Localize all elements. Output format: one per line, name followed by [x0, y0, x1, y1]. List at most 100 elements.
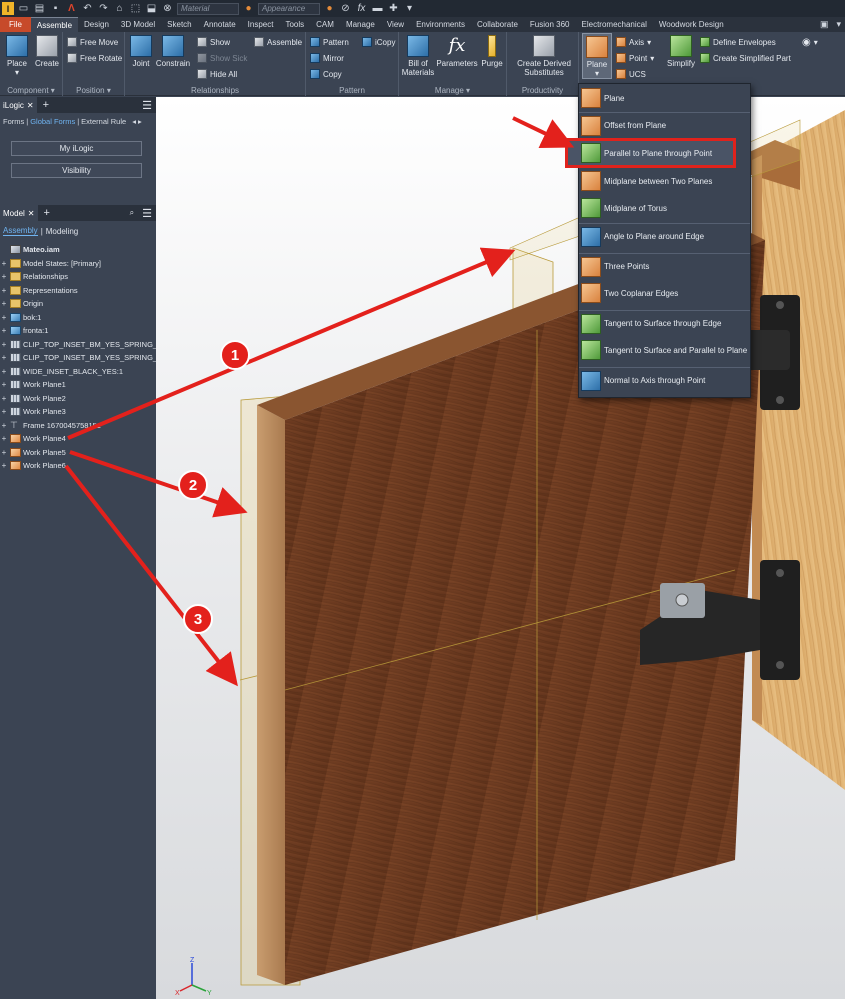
axis-button[interactable]: Axis ▾ — [616, 37, 651, 47]
tree-item[interactable]: + CLIP_TOP_INSET_BM_YES_SPRING_YES_ — [0, 338, 176, 351]
tree-item[interactable]: + Model States: [Primary] — [0, 257, 101, 270]
menu-item-torus[interactable]: Midplane of Torus — [579, 195, 750, 221]
expand-icon[interactable]: + — [0, 407, 8, 416]
open-folder-icon[interactable]: ▤ — [33, 3, 46, 14]
create-derived-substitutes-button[interactable]: Create Derived Substitutes — [511, 35, 577, 77]
app-logo-icon[interactable]: I — [2, 2, 14, 15]
clear-appearance-icon[interactable]: ⊘ — [339, 3, 352, 14]
search-icon[interactable]: ⌕ — [126, 208, 138, 218]
group-component-label[interactable]: Component ▾ — [0, 86, 62, 95]
tree-item[interactable]: + WIDE_INSET_BLACK_YES:1 — [0, 365, 123, 378]
expand-icon[interactable]: + — [0, 461, 8, 470]
ribbon-minimize-icon[interactable]: ▣ — [816, 17, 833, 32]
adjust-appearance-icon[interactable]: ● — [323, 3, 336, 14]
my-ilogic-button[interactable]: My iLogic — [11, 141, 142, 156]
menu-item-offset-plane[interactable]: Offset from Plane — [579, 112, 750, 138]
update-icon[interactable]: ⬓ — [145, 3, 158, 14]
tab-model[interactable]: Model ✕ — [0, 205, 38, 221]
tab-ilogic[interactable]: iLogic ✕ — [0, 97, 37, 113]
constrain-button[interactable]: Constrain — [155, 35, 191, 68]
point-button[interactable]: Point ▾ — [616, 53, 654, 63]
scroll-right-icon[interactable]: ▸ — [138, 117, 142, 126]
menu-item-three-points[interactable]: Three Points — [579, 253, 750, 279]
tab-view[interactable]: View — [381, 17, 410, 32]
tab-file[interactable]: File — [0, 17, 31, 32]
tab-3d-model[interactable]: 3D Model — [115, 17, 161, 32]
expand-icon[interactable]: + — [0, 421, 8, 430]
show-button[interactable]: Show — [197, 37, 230, 47]
tab-assemble[interactable]: Assemble — [30, 17, 79, 32]
expand-icon[interactable]: + — [0, 313, 8, 322]
joint-button[interactable]: Joint — [130, 35, 152, 68]
menu-item-normal-axis[interactable]: Normal to Axis through Point — [579, 367, 750, 393]
autodesk-a360-icon[interactable]: Λ — [65, 3, 78, 14]
menu-item-midplane[interactable]: Midplane between Two Planes — [579, 168, 750, 194]
tab-annotate[interactable]: Annotate — [198, 17, 242, 32]
pattern-button[interactable]: Pattern — [310, 37, 349, 47]
add-icon[interactable]: ✚ — [387, 3, 400, 14]
expand-icon[interactable]: + — [0, 367, 8, 376]
ilogic-icon[interactable]: ▬ — [371, 3, 384, 14]
save-icon[interactable]: ▪ — [49, 3, 62, 14]
plane-button[interactable]: Plane ▾ — [582, 33, 612, 79]
tree-item[interactable]: + Work Plane1 — [0, 378, 66, 391]
expand-icon[interactable]: + — [0, 259, 8, 268]
expand-icon[interactable]: + — [0, 448, 8, 457]
show-sick-button[interactable]: Show Sick — [197, 53, 247, 63]
mirror-button[interactable]: Mirror — [310, 53, 344, 63]
expand-icon[interactable]: + — [0, 299, 8, 308]
group-manage-label[interactable]: Manage ▾ — [399, 86, 506, 95]
tab-electromechanical[interactable]: Electromechanical — [576, 17, 653, 32]
tree-item[interactable]: + ⊤ Frame 1670045758151 — [0, 419, 101, 432]
assemble-button[interactable]: Assemble — [254, 37, 302, 47]
ilogic-subtab-external-rules[interactable]: External Rule — [81, 117, 126, 126]
appearance-combo[interactable]: Appearance — [258, 2, 320, 15]
customize-icon[interactable]: ▾ — [403, 3, 416, 14]
place-button[interactable]: Place ▾ — [4, 35, 30, 77]
ribbon-extra-options-button[interactable]: ◉ ▾ — [802, 37, 818, 48]
tree-item[interactable]: + fronta:1 — [0, 324, 48, 337]
tree-item[interactable]: + Representations — [0, 284, 78, 297]
expand-icon[interactable]: + — [0, 286, 8, 295]
menu-item-parallel-plane[interactable]: Parallel to Plane through Point — [565, 138, 736, 168]
expand-icon[interactable]: + — [0, 272, 8, 281]
free-rotate-button[interactable]: Free Rotate — [67, 53, 122, 63]
tab-environments[interactable]: Environments — [410, 17, 471, 32]
tree-item[interactable]: + bok:1 — [0, 311, 41, 324]
create-simplified-part-button[interactable]: Create Simplified Part — [700, 53, 791, 63]
tree-item[interactable]: + Work Plane3 — [0, 405, 66, 418]
visibility-button[interactable]: Visibility — [11, 163, 142, 178]
tab-design[interactable]: Design — [78, 17, 115, 32]
expand-icon[interactable]: + — [0, 326, 8, 335]
tab-cam[interactable]: CAM — [310, 17, 340, 32]
expand-icon[interactable]: + — [0, 340, 8, 349]
ilogic-subtab-global-forms[interactable]: Global Forms — [30, 117, 75, 126]
tree-item[interactable]: + Work Plane5 — [0, 446, 66, 459]
tab-manage[interactable]: Manage — [340, 17, 381, 32]
expand-icon[interactable]: + — [0, 394, 8, 403]
home-icon[interactable]: ⌂ — [113, 3, 126, 14]
hamburger-menu-icon[interactable]: ☰ — [138, 99, 156, 112]
tree-item[interactable]: Mateo.iam — [0, 243, 60, 256]
simplify-button[interactable]: Simplify — [665, 35, 697, 68]
fx-icon[interactable]: fx — [355, 3, 368, 14]
define-envelopes-button[interactable]: Define Envelopes — [700, 37, 776, 47]
expand-icon[interactable]: + — [0, 380, 8, 389]
icopy-button[interactable]: iCopy — [362, 37, 395, 47]
tab-fusion-360[interactable]: Fusion 360 — [524, 17, 576, 32]
no-entry-icon[interactable]: ⊗ — [161, 3, 174, 14]
close-icon[interactable]: ✕ — [28, 209, 35, 218]
ilogic-subtab-forms[interactable]: Forms — [3, 117, 24, 126]
ribbon-options-icon[interactable]: ▾ — [832, 17, 845, 32]
free-move-button[interactable]: Free Move — [67, 37, 118, 47]
new-file-icon[interactable]: ▭ — [17, 3, 30, 14]
purge-button[interactable]: Purge — [479, 35, 505, 68]
parameters-button[interactable]: fx Parameters — [436, 35, 477, 68]
menu-item-tangent-edge[interactable]: Tangent to Surface through Edge — [579, 310, 750, 336]
tree-item[interactable]: + Work Plane6 — [0, 459, 66, 472]
select-icon[interactable]: ⬚ — [129, 3, 142, 14]
ucs-button[interactable]: UCS — [616, 69, 646, 79]
close-icon[interactable]: ✕ — [27, 101, 34, 110]
group-position-label[interactable]: Position ▾ — [63, 86, 124, 95]
tab-inspect[interactable]: Inspect — [242, 17, 280, 32]
